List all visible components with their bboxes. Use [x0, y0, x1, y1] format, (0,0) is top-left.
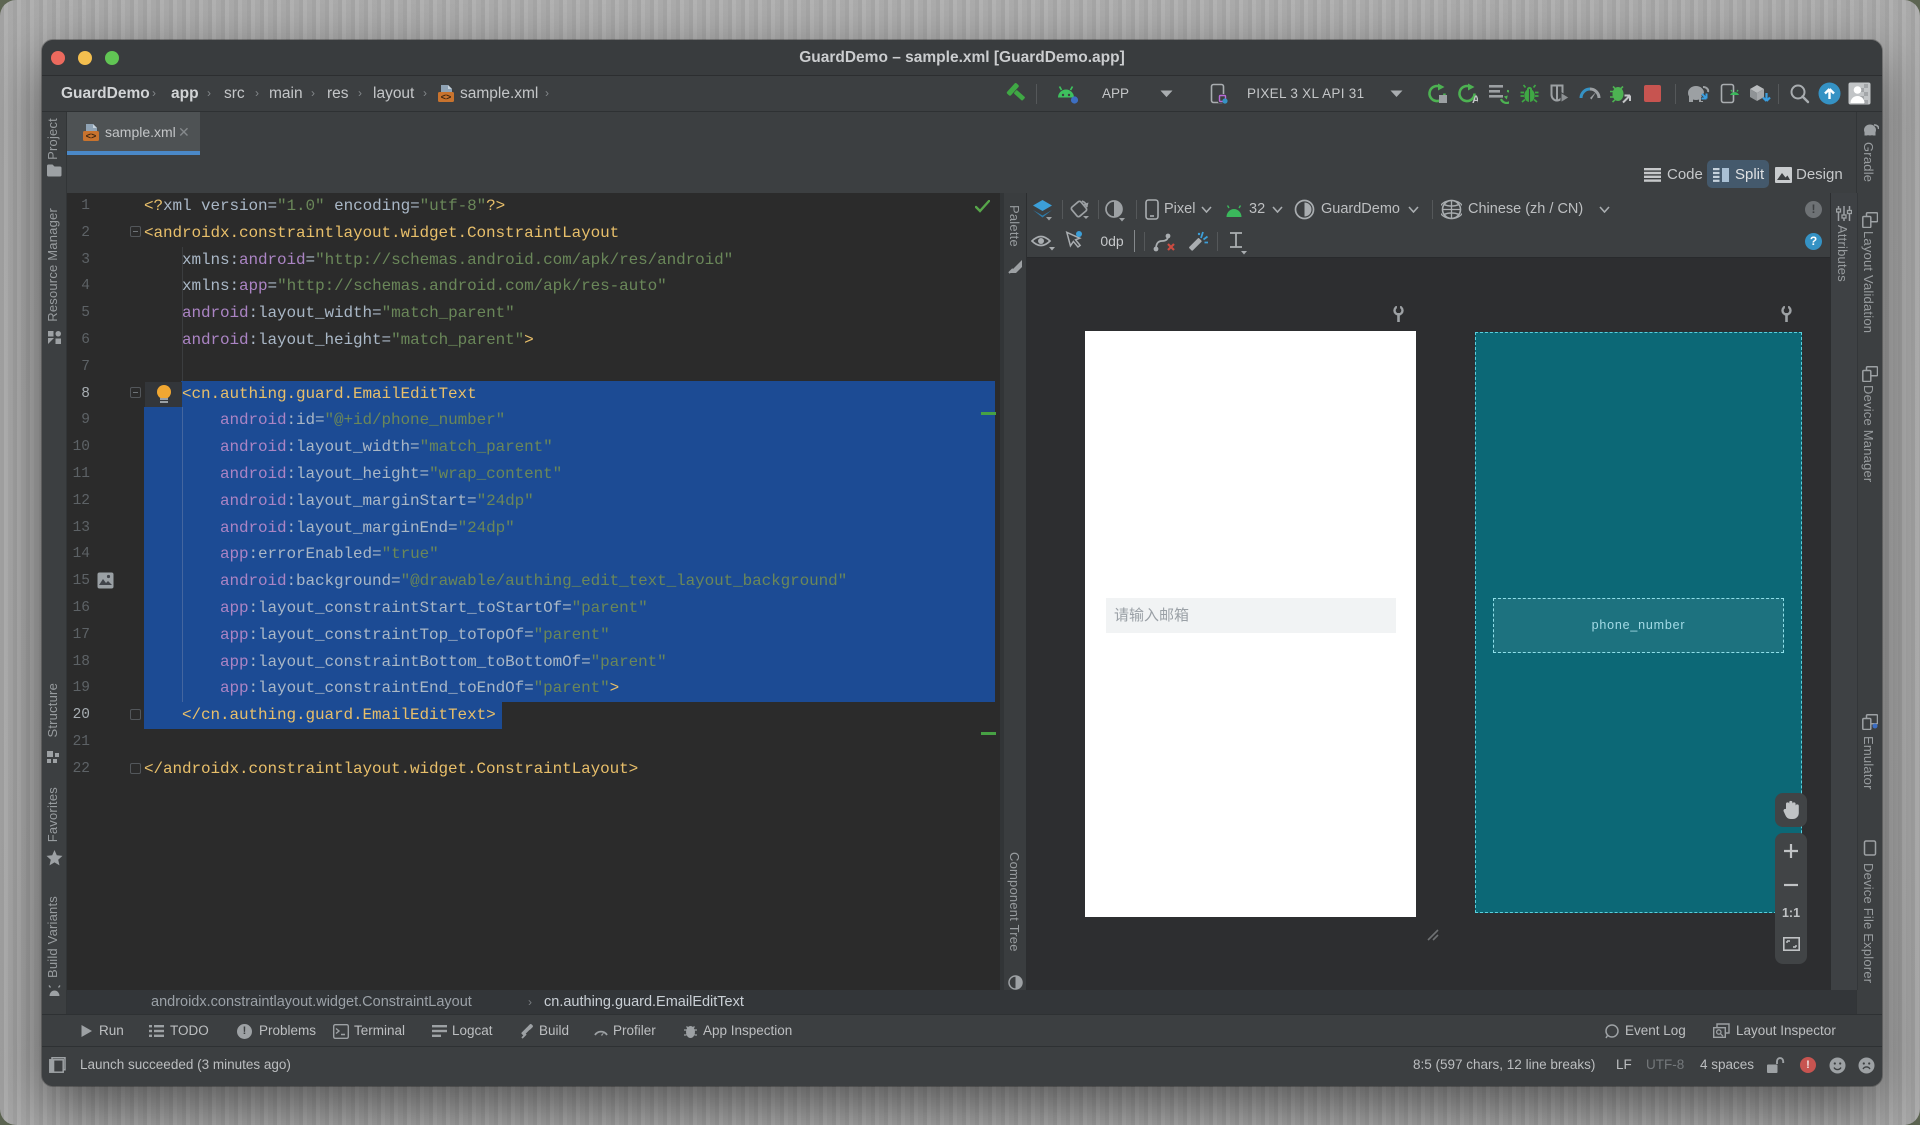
svg-text:<>: <>	[441, 92, 452, 102]
svg-text:A: A	[1472, 94, 1478, 104]
svg-text:<>: <>	[86, 131, 97, 141]
